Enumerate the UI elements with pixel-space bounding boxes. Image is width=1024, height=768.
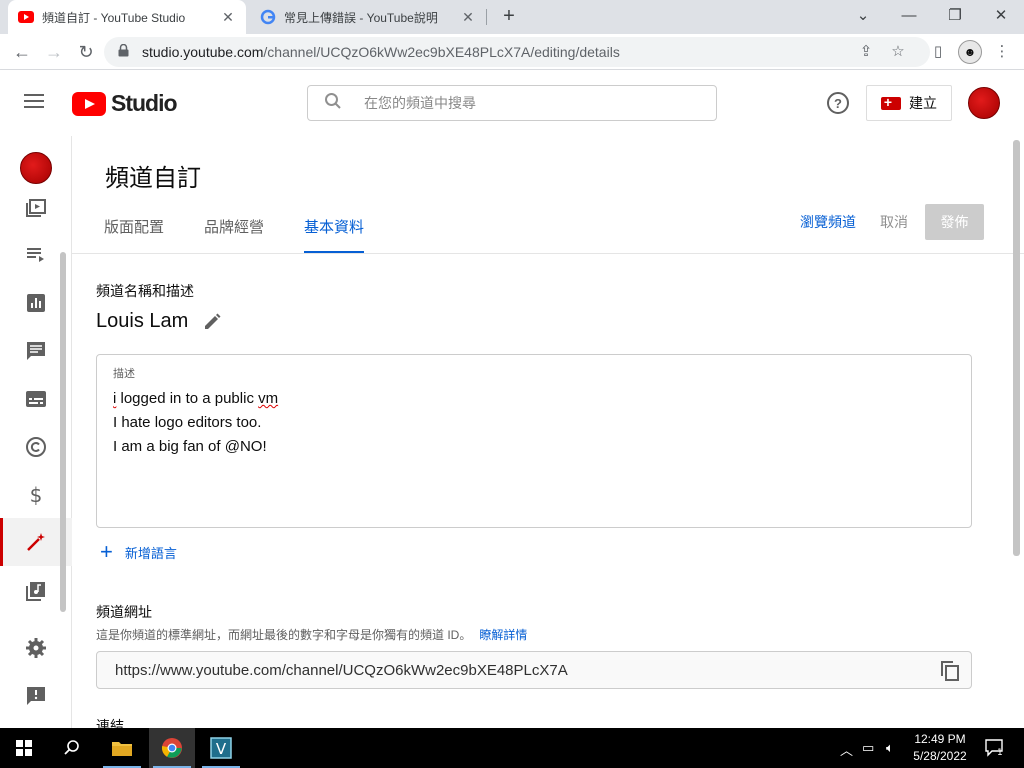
windows-taskbar: V ︿ ▭ 🔈︎ 12:49 PM 5/28/2022 1	[0, 728, 1024, 768]
forward-icon[interactable]: →	[42, 40, 66, 64]
back-icon[interactable]: ←	[10, 40, 34, 64]
lock-icon	[118, 43, 132, 60]
channel-avatar[interactable]	[20, 152, 52, 184]
taskbar-clock[interactable]: 12:49 PM 5/28/2022	[905, 731, 975, 765]
view-channel-link[interactable]: 瀏覽頻道	[800, 212, 856, 232]
studio-logo-text: Studio	[111, 90, 178, 116]
tab-close-icon[interactable]: ✕	[460, 9, 476, 26]
learn-more-link[interactable]: 瞭解詳情	[479, 628, 527, 642]
rail-feedback-icon[interactable]	[0, 676, 72, 716]
copy-icon[interactable]	[939, 660, 961, 682]
tab-search-icon[interactable]: ⌄	[840, 0, 886, 30]
description-label: 描述	[113, 368, 135, 380]
browser-tab-title: 常見上傳錯誤 - YouTube說明	[284, 10, 438, 25]
show-hidden-icons-icon[interactable]: ︿	[840, 740, 853, 759]
main-content: 頻道自訂 版面配置 品牌經營 基本資料 瀏覽頻道 取消 發佈 頻道名稱和描述 L…	[72, 136, 1024, 728]
taskbar-search-icon[interactable]	[49, 728, 95, 768]
create-label: 建立	[909, 95, 937, 111]
network-icon[interactable]: ▭	[862, 740, 874, 756]
file-explorer-icon[interactable]	[99, 728, 145, 768]
clock-date: 5/28/2022	[913, 749, 967, 763]
links-heading: 連結	[96, 718, 124, 728]
windows-start-icon[interactable]	[1, 728, 47, 768]
browser-tab-studio[interactable]: 頻道自訂 - YouTube Studio ✕	[8, 0, 246, 34]
channel-url-field[interactable]: https://www.youtube.com/channel/UCQzO6kW…	[96, 651, 972, 689]
create-video-icon	[881, 94, 901, 110]
channel-url-help-text: 這是你頻道的標準網址，而網址最後的數字和字母是你獨有的頻道 ID。	[96, 628, 472, 642]
tab-branding[interactable]: 品牌經營	[204, 216, 264, 254]
tab-basic-info[interactable]: 基本資料	[304, 216, 365, 254]
description-word: i	[113, 390, 117, 407]
tab-close-icon[interactable]: ✕	[220, 9, 236, 26]
minimize-icon[interactable]: —	[886, 0, 932, 30]
clock-time: 12:49 PM	[914, 732, 966, 746]
bookmark-star-icon[interactable]: ☆	[888, 42, 908, 60]
svg-text:V: V	[216, 740, 227, 758]
share-icon[interactable]: ⇪	[856, 42, 876, 60]
notifications-icon[interactable]: 1	[984, 737, 1004, 760]
page-title: 頻道自訂	[105, 165, 201, 192]
account-avatar[interactable]	[968, 87, 1000, 119]
channel-search-box[interactable]	[307, 85, 717, 121]
svg-text:$: $	[30, 483, 43, 507]
new-tab-icon[interactable]: +	[498, 5, 520, 28]
edit-pencil-icon[interactable]	[202, 312, 222, 332]
channel-name-row: Louis Lam	[96, 310, 222, 333]
youtube-logo-icon	[72, 91, 106, 116]
tabs-divider	[72, 253, 1024, 254]
svg-text:1: 1	[997, 748, 1003, 757]
google-favicon-icon	[260, 9, 276, 25]
url-path: /channel/UCQzO6kWw2ec9bXE48PLcX7A/editin…	[263, 44, 620, 60]
youtube-favicon-icon	[18, 9, 34, 25]
restore-icon[interactable]: ❐	[932, 0, 978, 30]
side-panel-icon[interactable]: ▯	[928, 42, 948, 60]
tab-layout[interactable]: 版面配置	[104, 216, 164, 254]
browser-menu-icon[interactable]: ⋮	[992, 42, 1012, 60]
search-icon	[324, 92, 344, 115]
name-description-heading: 頻道名稱和描述	[96, 283, 194, 299]
plus-icon: +	[100, 539, 113, 564]
description-line: i logged in to a public vm	[113, 390, 279, 407]
browser-profile-icon[interactable]: ☻	[958, 40, 982, 64]
browser-tab-title: 頻道自訂 - YouTube Studio	[42, 10, 186, 25]
channel-url-value: https://www.youtube.com/channel/UCQzO6kW…	[115, 661, 568, 679]
rail-scrollbar[interactable]	[60, 252, 66, 612]
browser-tab-strip: 頻道自訂 - YouTube Studio ✕ 常見上傳錯誤 - YouTube…	[0, 0, 1024, 34]
browser-tab-help[interactable]: 常見上傳錯誤 - YouTube說明 ✕	[250, 0, 486, 34]
menu-hamburger-icon[interactable]	[24, 94, 44, 110]
volume-icon[interactable]: 🔈︎	[886, 740, 894, 756]
description-line: I am a big fan of @NO!	[113, 438, 267, 455]
add-language-button[interactable]: + 新增語言	[100, 539, 177, 564]
tab-divider	[486, 9, 487, 25]
add-language-label: 新增語言	[124, 545, 177, 561]
description-word: vm	[258, 390, 279, 407]
create-button[interactable]: 建立	[866, 85, 952, 121]
studio-logo[interactable]: Studio	[72, 90, 178, 117]
studio-header: Studio ? 建立	[0, 70, 1024, 136]
browser-toolbar: ← → ↻ studio.youtube.com/channel/UCQzO6k…	[0, 34, 1024, 70]
close-window-icon[interactable]: ✕	[978, 0, 1024, 30]
url-host: studio.youtube.com	[142, 44, 264, 60]
cancel-button[interactable]: 取消	[880, 212, 908, 232]
chrome-taskbar-icon[interactable]	[149, 728, 195, 768]
channel-name: Louis Lam	[96, 310, 189, 332]
main-scrollbar[interactable]	[1013, 140, 1020, 556]
rail-settings-icon[interactable]	[0, 628, 72, 668]
left-navigation-rail: $	[0, 136, 72, 728]
rail-content-icon[interactable]	[0, 188, 72, 228]
vnc-taskbar-icon[interactable]: V	[198, 728, 244, 768]
channel-url-help: 這是你頻道的標準網址，而網址最後的數字和字母是你獨有的頻道 ID。 瞭解詳情	[96, 626, 527, 643]
search-input[interactable]	[364, 95, 684, 111]
description-field[interactable]: 描述 i logged in to a public vm I hate log…	[96, 354, 972, 528]
channel-url-heading: 頻道網址	[96, 604, 152, 620]
publish-button[interactable]: 發佈	[925, 204, 984, 240]
customization-tabs: 版面配置 品牌經營 基本資料	[104, 216, 404, 254]
help-icon[interactable]: ?	[827, 92, 849, 114]
description-line: I hate logo editors too.	[113, 414, 262, 431]
reload-icon[interactable]: ↻	[74, 40, 98, 64]
address-bar[interactable]: studio.youtube.com/channel/UCQzO6kWw2ec9…	[104, 37, 930, 67]
